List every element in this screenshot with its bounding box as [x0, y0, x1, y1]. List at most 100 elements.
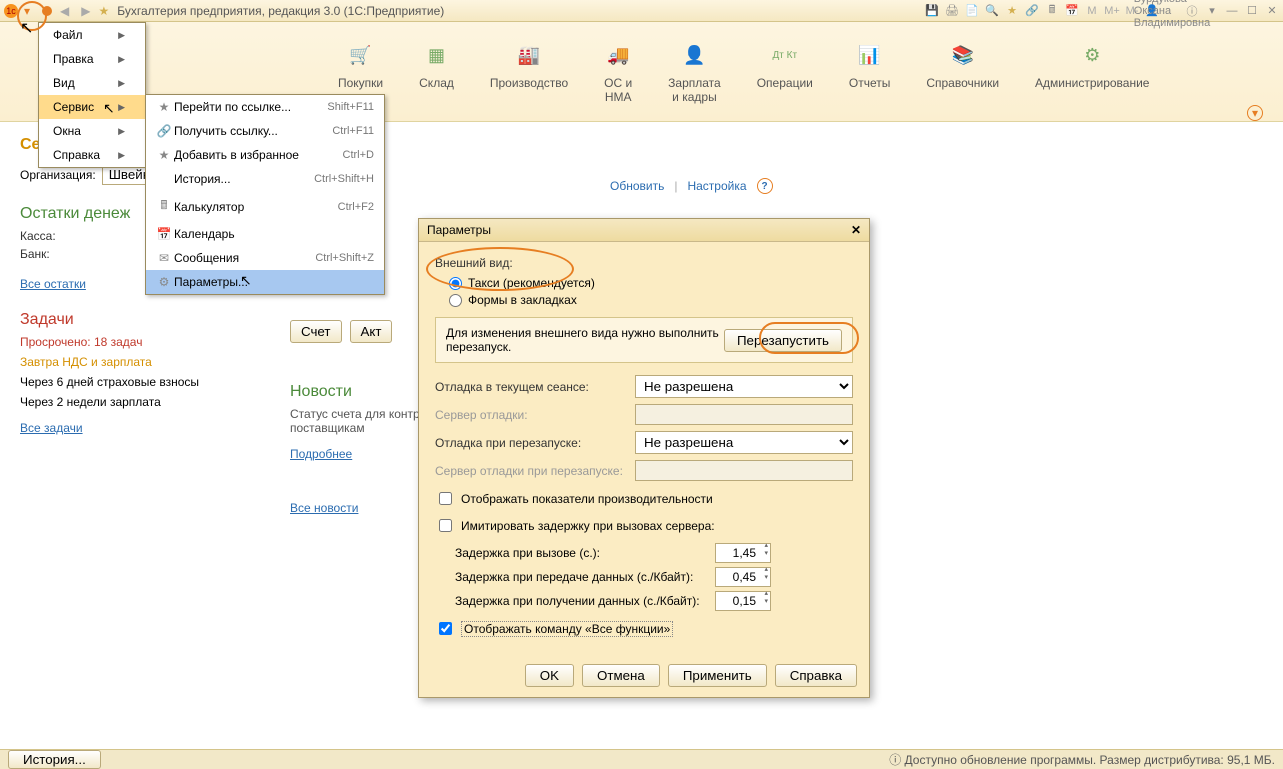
cursor-icon: ↖ [103, 100, 115, 117]
link-all-tasks[interactable]: Все задачи [20, 421, 83, 435]
delay-send-spin[interactable]: 0,45 [715, 567, 771, 587]
fav-icon[interactable]: ★ [1005, 4, 1019, 18]
menu-help[interactable]: Справка▶ [39, 143, 145, 167]
cursor-icon: ↖ [20, 18, 33, 38]
debug-restart-select[interactable]: Не разрешена [635, 431, 853, 454]
person-icon: 👤 [668, 42, 721, 68]
calc-icon: 🖩 [154, 196, 174, 217]
star-icon[interactable]: ★ [99, 4, 110, 18]
chk-delay[interactable] [439, 519, 452, 532]
mplus-icon[interactable]: M+ [1105, 4, 1119, 18]
radio-taxi[interactable] [449, 277, 462, 290]
btn-akt[interactable]: Акт [350, 320, 393, 343]
news-title: Новости [290, 383, 433, 401]
cancel-button[interactable]: Отмена [582, 664, 660, 687]
menu-get-link[interactable]: 🔗Получить ссылку...Ctrl+F11 [146, 119, 384, 143]
menu-goto-link[interactable]: ★Перейти по ссылке...Shift+F11 [146, 95, 384, 119]
nav-item-warehouse[interactable]: ▦Склад [401, 22, 472, 121]
nav-expand-icon[interactable]: ▾ [1247, 105, 1263, 121]
truck-icon: 🚚 [604, 42, 632, 68]
menu-edit[interactable]: Правка▶ [39, 47, 145, 71]
menu-add-fav[interactable]: ★Добавить в избранноеCtrl+D [146, 143, 384, 167]
close-icon[interactable]: ✕ [1265, 4, 1279, 18]
chk-perf[interactable] [439, 492, 452, 505]
restart-text: Для изменения внешнего вида нужно выполн… [446, 326, 724, 354]
link-remains[interactable]: Все остатки [20, 277, 86, 291]
news-body: Статус счета для контрол поставщикам [290, 407, 433, 435]
chevron-right-icon: ▶ [118, 30, 125, 41]
minimize-icon[interactable]: — [1225, 4, 1239, 18]
dropdown-icon[interactable]: ▾ [24, 4, 30, 18]
debug-server-restart-input [635, 460, 853, 481]
link-settings[interactable]: Настройка [687, 179, 746, 193]
search-icon[interactable]: 🔍 [985, 4, 999, 18]
nav-item-reports[interactable]: 📊Отчеты [831, 22, 908, 121]
close-icon[interactable]: ✕ [851, 223, 861, 237]
service-submenu: ★Перейти по ссылке...Shift+F11 🔗Получить… [145, 94, 385, 295]
debug-session-select[interactable]: Не разрешена [635, 375, 853, 398]
delay-call-spin[interactable]: 1,45 [715, 543, 771, 563]
maximize-icon[interactable]: ☐ [1245, 4, 1259, 18]
help-button[interactable]: Справка [775, 664, 857, 687]
dialog-title: Параметры [427, 223, 491, 237]
menu-service[interactable]: Сервис▶ [39, 95, 145, 119]
apply-button[interactable]: Применить [668, 664, 767, 687]
mail-icon: ✉ [154, 251, 174, 265]
appearance-legend: Внешний вид: [435, 256, 853, 270]
gear-icon: ⚙ [1035, 42, 1149, 68]
btn-schet[interactable]: Счет [290, 320, 342, 343]
link-update[interactable]: Обновить [610, 179, 664, 193]
menu-windows[interactable]: Окна▶ [39, 119, 145, 143]
print-icon[interactable]: 🖨 [945, 4, 959, 18]
grid-icon: ▦ [419, 42, 454, 68]
org-label: Организация: [20, 168, 96, 182]
window-title: Бухгалтерия предприятия, редакция 3.0 (1… [117, 4, 925, 18]
books-icon: 📚 [926, 42, 999, 68]
menu-calendar[interactable]: 📅Календарь [146, 222, 384, 246]
link-icon[interactable]: 🔗 [1025, 4, 1039, 18]
kassa-label: Касса: [20, 229, 56, 243]
chk-allfn[interactable] [439, 622, 452, 635]
nav-item-refs[interactable]: 📚Справочники [908, 22, 1017, 121]
save-icon[interactable]: 💾 [925, 4, 939, 18]
menu-history[interactable]: История...Ctrl+Shift+H [146, 167, 384, 191]
link-all-news[interactable]: Все новости [290, 501, 358, 515]
info-icon[interactable]: ⓘ [1185, 4, 1199, 18]
cursor-icon: ↖ [240, 272, 252, 289]
link-icon: 🔗 [154, 124, 174, 138]
restart-button[interactable]: Перезапустить [724, 329, 842, 352]
menu-calc[interactable]: 🖩КалькуляторCtrl+F2 [146, 191, 384, 222]
star-icon: ★ [154, 100, 174, 114]
calendar-icon: 📅 [154, 227, 174, 241]
debug-server-input [635, 404, 853, 425]
cal-icon[interactable]: 📅 [1065, 4, 1079, 18]
dtkt-icon: Дт Кт [757, 42, 813, 68]
calc-icon[interactable]: 🖩 [1045, 4, 1059, 18]
nav-item-production[interactable]: 🏭Производство [472, 22, 586, 121]
nav-item-salary[interactable]: 👤Зарплата и кадры [650, 22, 739, 121]
m-icon[interactable]: M [1085, 4, 1099, 18]
factory-icon: 🏭 [490, 42, 568, 68]
ok-button[interactable]: OK [525, 664, 574, 687]
link-more[interactable]: Подробнее [290, 447, 352, 461]
dd-icon[interactable]: ▾ [1205, 4, 1219, 18]
circle-icon [42, 6, 52, 16]
history-button[interactable]: История... [8, 750, 101, 769]
nav-item-operations[interactable]: Дт КтОперации [739, 22, 831, 121]
nav-item-admin[interactable]: ⚙Администрирование [1017, 22, 1167, 121]
menu-messages[interactable]: ✉СообщенияCtrl+Shift+Z [146, 246, 384, 270]
delay-recv-spin[interactable]: 0,15 [715, 591, 771, 611]
gear-icon: ⚙ [154, 275, 174, 289]
nav-item-assets[interactable]: 🚚ОС и НМА [586, 22, 650, 121]
radio-tabs[interactable] [449, 294, 462, 307]
chevron-right-icon: ▶ [118, 102, 125, 113]
menu-file[interactable]: Файл▶ [39, 23, 145, 47]
menu-view[interactable]: Вид▶ [39, 71, 145, 95]
fwd-icon[interactable]: ▶ [81, 4, 90, 18]
help-icon[interactable]: ? [757, 178, 773, 194]
status-text: ⓘ Доступно обновление программы. Размер … [889, 751, 1275, 768]
menu-params[interactable]: ⚙Параметры... [146, 270, 384, 294]
doc-icon[interactable]: 📄 [965, 4, 979, 18]
back-icon[interactable]: ◀ [60, 4, 69, 18]
chevron-right-icon: ▶ [118, 126, 125, 137]
